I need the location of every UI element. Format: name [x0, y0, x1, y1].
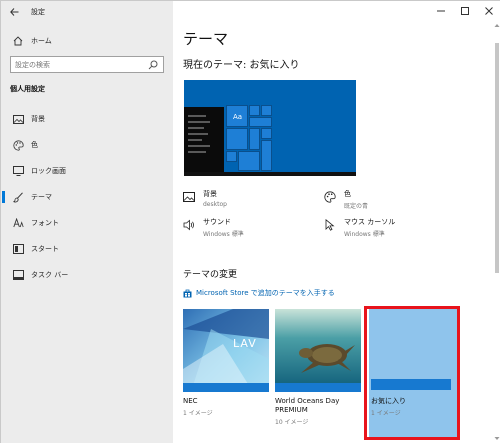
- sidebar-item-label: タスク バー: [31, 271, 69, 279]
- back-arrow-icon: [9, 8, 18, 16]
- property-title: 色: [344, 190, 351, 198]
- scrollbar[interactable]: [494, 23, 500, 441]
- property-title: サウンド: [203, 218, 231, 226]
- theme-thumbnail: [275, 309, 361, 392]
- scroll-thumb[interactable]: [495, 43, 499, 273]
- theme-image-count: 10 イメージ: [275, 419, 309, 426]
- minimize-button[interactable]: [429, 1, 453, 21]
- preview-start-menu: [184, 107, 224, 176]
- theme-card-nec[interactable]: LAV NEC 1 イメージ: [183, 309, 269, 439]
- sidebar-item-color[interactable]: 色: [1, 135, 173, 155]
- window-controls: [429, 1, 500, 21]
- property-value: Windows 標準: [203, 231, 244, 238]
- start-icon: [7, 242, 29, 256]
- property-mouse-cursor[interactable]: マウス カーソル Windows 標準: [324, 217, 395, 238]
- picture-icon: [7, 112, 29, 126]
- app-title: 設定: [31, 8, 45, 16]
- store-link-text: Microsoft Store で追加のテーマを入手する: [196, 289, 335, 297]
- theme-name: World Oceans Day PREMIUM: [275, 397, 340, 414]
- property-value: 既定の青: [344, 203, 369, 210]
- speaker-icon: [183, 219, 194, 231]
- picture-icon: [183, 192, 195, 202]
- sidebar-item-label: 背景: [31, 115, 45, 123]
- sidebar: 設定 ホーム 個人用設定 背景 色: [1, 1, 173, 443]
- main-content: テーマ 現在のテーマ: お気に入り Aa 背景 desktop 色 既定の青 サ…: [173, 1, 500, 443]
- theme-preview: Aa: [184, 80, 356, 176]
- property-title: 背景: [203, 190, 217, 198]
- property-title: マウス カーソル: [344, 218, 396, 226]
- palette-icon: [7, 138, 29, 152]
- maximize-icon: [461, 7, 469, 15]
- thumbnail-logo-text: LAV: [233, 337, 257, 350]
- current-theme-label: 現在のテーマ: お気に入り: [183, 60, 300, 71]
- sidebar-item-theme[interactable]: テーマ: [1, 187, 173, 207]
- scroll-up-icon[interactable]: [494, 23, 500, 28]
- title-bar: 設定: [1, 1, 173, 23]
- store-icon: [183, 289, 192, 297]
- theme-card-world-oceans-day[interactable]: World Oceans Day PREMIUM 10 イメージ: [275, 309, 361, 439]
- search-box[interactable]: [10, 56, 164, 73]
- selection-highlight: [364, 306, 460, 440]
- back-button[interactable]: [1, 1, 27, 23]
- sidebar-item-lock-screen[interactable]: ロック画面: [1, 161, 173, 181]
- search-icon[interactable]: [148, 60, 158, 70]
- close-button[interactable]: [477, 1, 500, 21]
- change-theme-heading: テーマの変更: [183, 270, 238, 280]
- page-title: テーマ: [183, 30, 229, 48]
- sidebar-item-label: ロック画面: [31, 167, 66, 175]
- section-heading: 個人用設定: [10, 85, 45, 93]
- sidebar-item-label: テーマ: [31, 193, 52, 201]
- property-value: desktop: [203, 201, 227, 208]
- sidebar-item-label: スタート: [31, 245, 59, 253]
- sidebar-item-taskbar[interactable]: タスク バー: [1, 265, 173, 285]
- theme-name: NEC: [183, 397, 198, 405]
- property-sound[interactable]: サウンド Windows 標準: [183, 217, 244, 238]
- search-input[interactable]: [15, 60, 140, 69]
- brush-icon: [7, 190, 29, 204]
- cursor-icon: [325, 219, 335, 231]
- scroll-down-icon[interactable]: [494, 436, 500, 441]
- sidebar-item-background[interactable]: 背景: [1, 109, 173, 129]
- taskbar-icon: [7, 268, 29, 282]
- palette-icon: [324, 191, 336, 203]
- theme-thumbnail: LAV: [183, 309, 269, 392]
- preview-tiles: Aa: [226, 105, 272, 173]
- property-color[interactable]: 色 既定の青: [324, 189, 368, 210]
- property-background[interactable]: 背景 desktop: [183, 189, 227, 208]
- preview-taskbar: [184, 172, 356, 176]
- settings-window: 設定 ホーム 個人用設定 背景 色: [0, 0, 500, 443]
- home-icon: [7, 34, 29, 48]
- monitor-icon: [7, 164, 29, 178]
- preview-sample-text: Aa: [233, 113, 243, 121]
- theme-image-count: 1 イメージ: [183, 410, 213, 417]
- sidebar-item-font[interactable]: フォント: [1, 213, 173, 233]
- nav-home[interactable]: ホーム: [1, 32, 173, 50]
- minimize-icon: [437, 10, 445, 12]
- property-value: Windows 標準: [344, 231, 385, 238]
- sidebar-item-start[interactable]: スタート: [1, 239, 173, 259]
- sidebar-item-label: フォント: [31, 219, 59, 227]
- sidebar-item-label: 色: [31, 141, 38, 149]
- close-icon: [485, 7, 493, 15]
- font-icon: [7, 216, 29, 230]
- store-link[interactable]: Microsoft Store で追加のテーマを入手する: [183, 288, 335, 298]
- maximize-button[interactable]: [453, 1, 477, 21]
- active-indicator: [2, 191, 5, 203]
- nav-home-label: ホーム: [31, 37, 52, 45]
